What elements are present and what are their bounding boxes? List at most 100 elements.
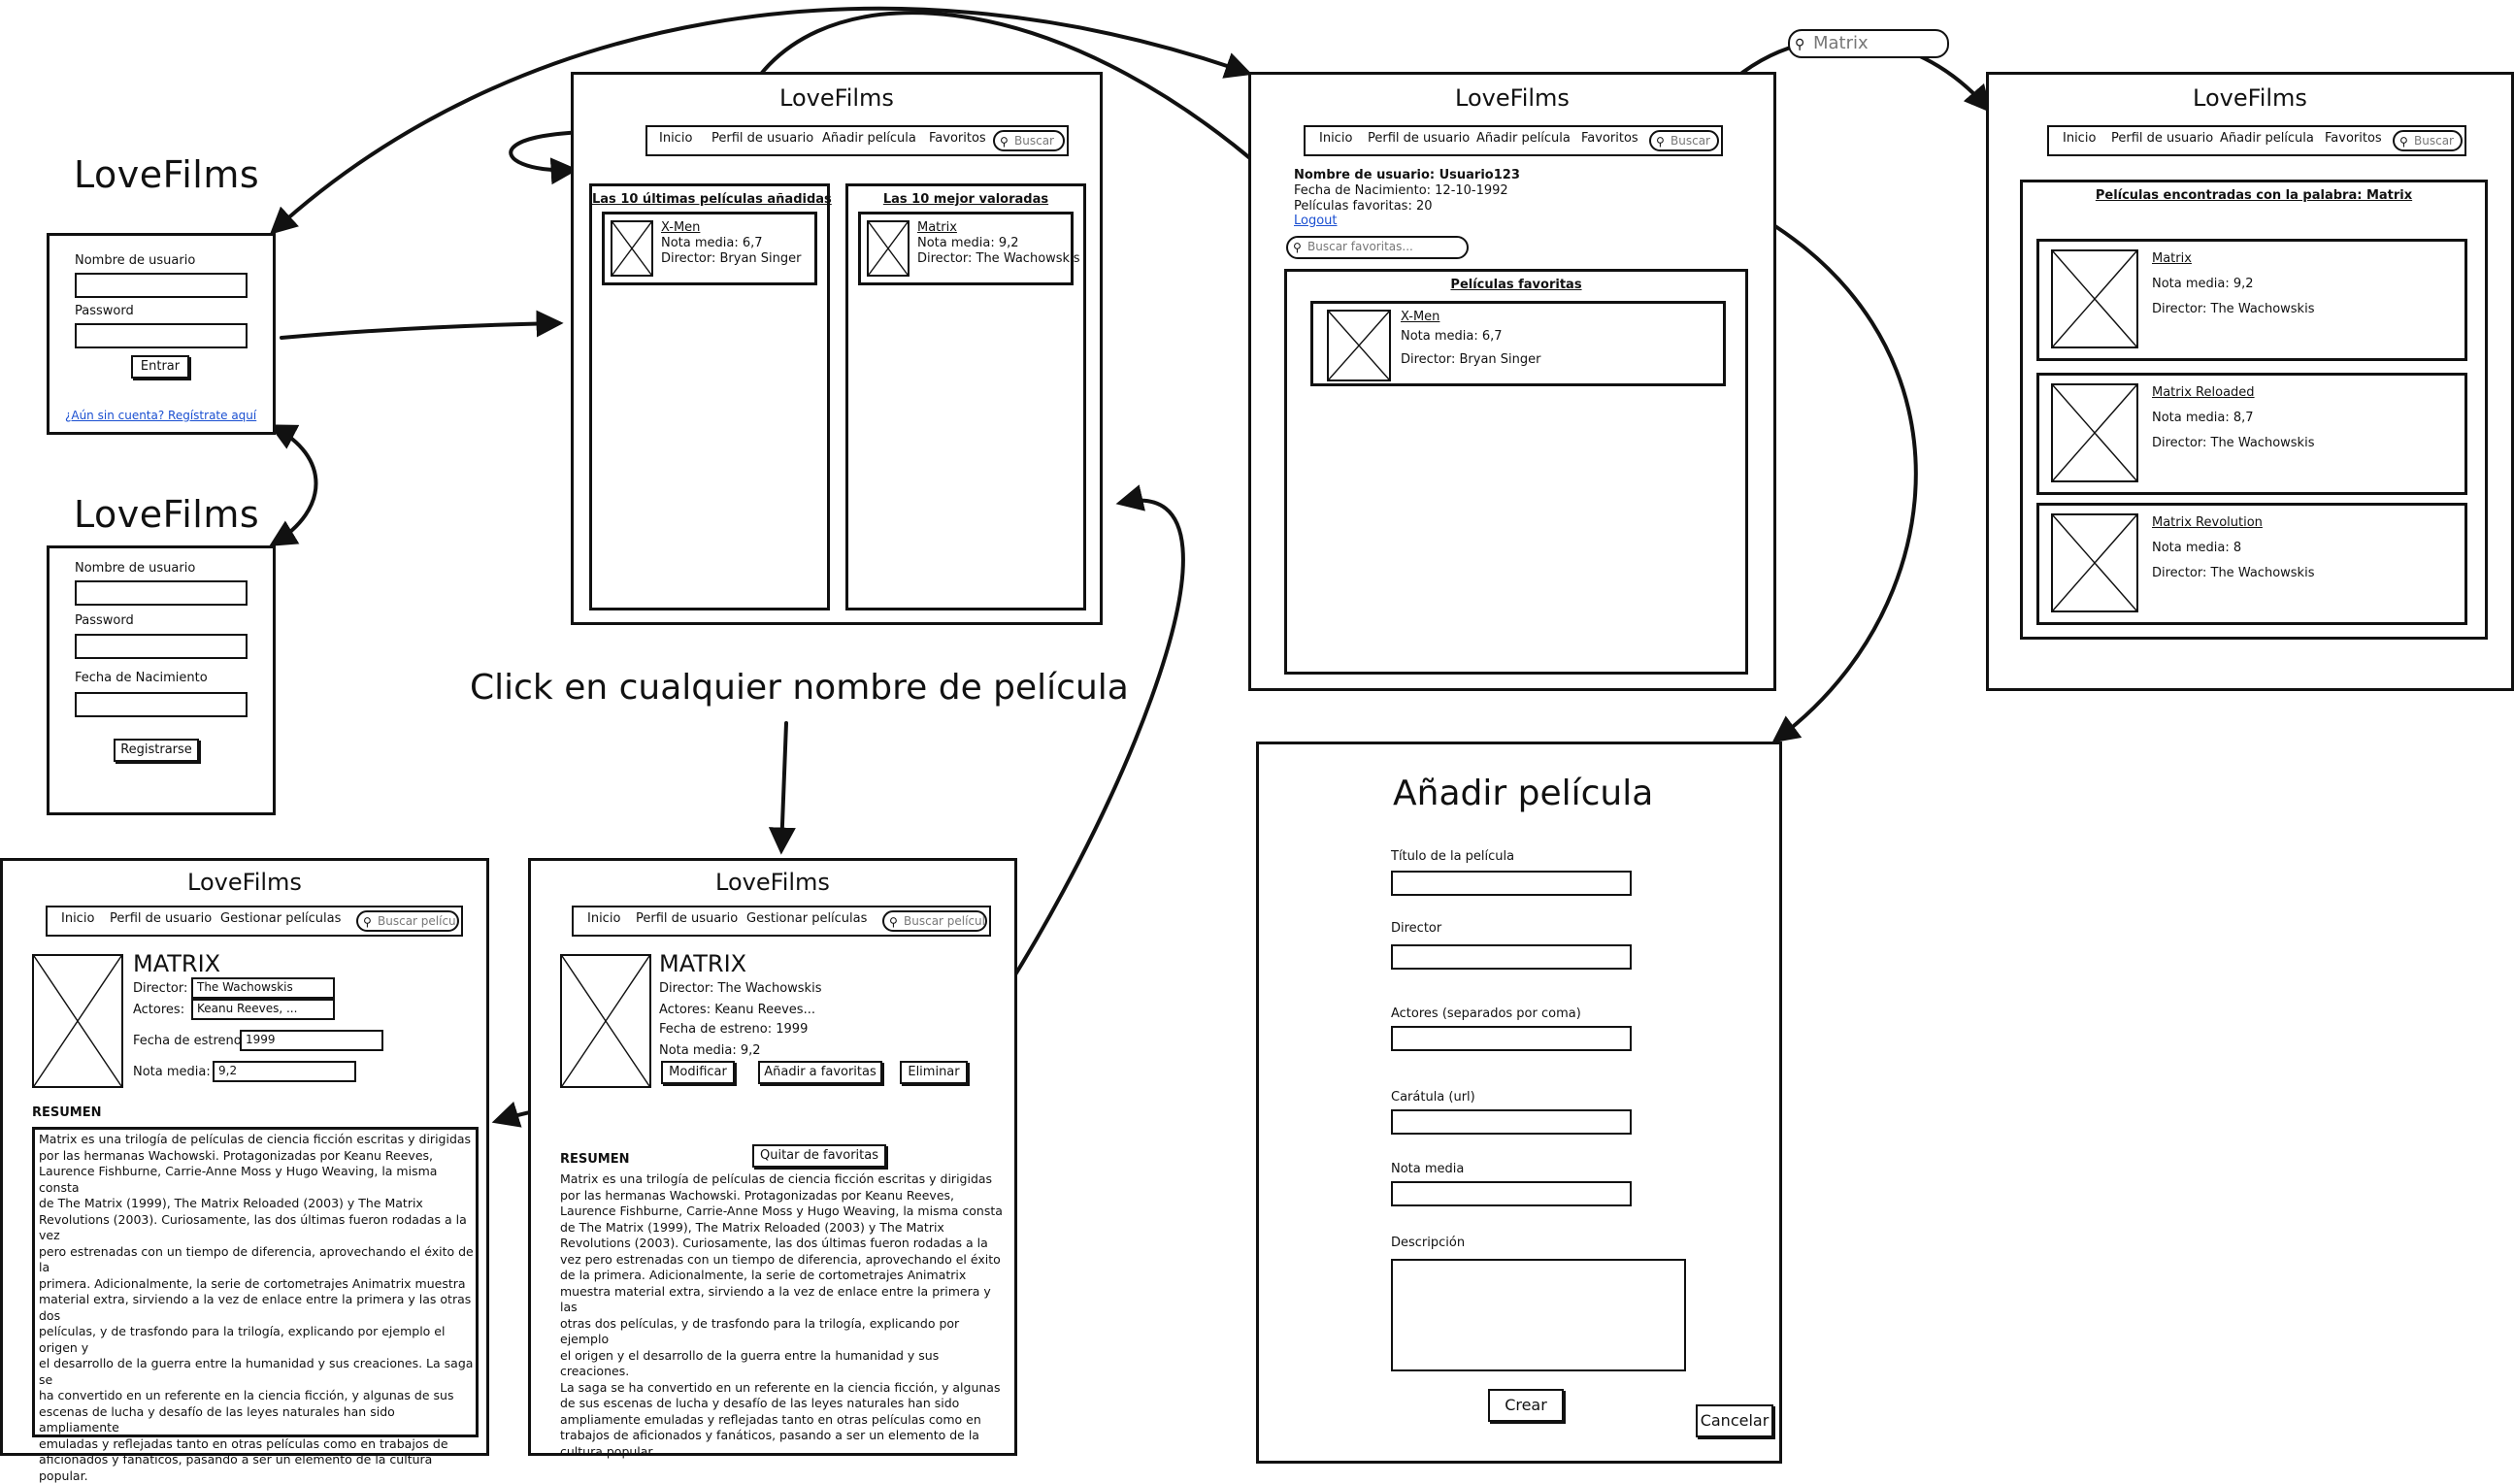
add-title-label: Título de la película	[1391, 849, 1515, 864]
nav-inicio[interactable]: Inicio	[659, 131, 692, 146]
top-item-director: Director: The Wachowskis	[917, 251, 1080, 266]
add-actors-label: Actores (separados por coma)	[1391, 1006, 1581, 1021]
nav-search[interactable]: ⚲ Buscar	[993, 130, 1065, 151]
nav-favoritos[interactable]: Favoritos	[2325, 131, 2382, 146]
search-icon: ⚲	[363, 915, 372, 929]
register-link[interactable]: ¿Aún sin cuenta? Regístrate aquí	[65, 409, 256, 422]
add-favorite-button[interactable]: Añadir a favoritas	[758, 1061, 882, 1084]
logout-link[interactable]: Logout	[1294, 214, 1338, 229]
profile-nav-bar: Inicio Perfil de usuario Añadir película…	[1304, 125, 1723, 156]
register-username-label: Nombre de usuario	[75, 561, 196, 576]
movie-summary-text: Matrix es una trilogía de películas de c…	[560, 1171, 1003, 1459]
nav-favoritos[interactable]: Favoritos	[929, 131, 986, 146]
result-item-title[interactable]: Matrix Reloaded	[2152, 385, 2255, 401]
nav-anadir[interactable]: Añadir película	[1476, 131, 1571, 146]
movie-title: MATRIX	[659, 950, 747, 977]
nav-search-text: Buscar película	[904, 914, 987, 928]
favorite-item-card: X-Men Nota media: 6,7 Director: Bryan Si…	[1310, 301, 1726, 386]
movie-nav-bar: Inicio Perfil de usuario Gestionar pelíc…	[572, 906, 991, 937]
register-username-input[interactable]	[75, 580, 248, 606]
latest-item-title[interactable]: X-Men	[661, 220, 700, 236]
search-icon: ⚲	[1000, 135, 1009, 148]
nav-search[interactable]: ⚲ Buscar película	[882, 910, 987, 932]
search-query-text: Matrix	[1813, 33, 1869, 53]
nav-favoritos[interactable]: Favoritos	[1581, 131, 1638, 146]
search-query-input[interactable]: ⚲ Matrix	[1788, 29, 1949, 58]
favorites-title: Películas favoritas	[1450, 278, 1582, 292]
nav-inicio[interactable]: Inicio	[1319, 131, 1352, 146]
result-item-director: Director: The Wachowskis	[2152, 302, 2315, 316]
edit-actors-input[interactable]: Keanu Reeves, ...	[191, 999, 335, 1020]
search-icon: ⚲	[1656, 135, 1665, 148]
poster-image	[32, 954, 123, 1088]
favorites-panel: Películas favoritas X-Men Nota media: 6,…	[1284, 269, 1748, 675]
favorites-search-placeholder: Buscar favoritas...	[1307, 240, 1413, 253]
edit-summary-textarea[interactable]: Matrix es una trilogía de películas de c…	[32, 1127, 479, 1483]
latest-item-card: X-Men Nota media: 6,7 Director: Bryan Si…	[602, 212, 817, 285]
edit-release-label: Fecha de estreno:	[133, 1034, 247, 1048]
favorite-item-director: Director: Bryan Singer	[1401, 352, 1541, 367]
edit-rating-label: Nota media:	[133, 1065, 211, 1079]
nav-anadir[interactable]: Añadir película	[822, 131, 916, 146]
register-password-input[interactable]	[75, 634, 248, 659]
nav-anadir[interactable]: Añadir película	[2220, 131, 2314, 146]
login-username-input[interactable]	[75, 273, 248, 298]
modify-button[interactable]: Modificar	[661, 1061, 735, 1084]
result-item-director: Director: The Wachowskis	[2152, 566, 2315, 580]
home-frame: LoveFilms Inicio Perfil de usuario Añadi…	[571, 72, 1103, 625]
login-password-input[interactable]	[75, 323, 248, 348]
register-birth-input[interactable]	[75, 692, 248, 717]
remove-favorite-button[interactable]: Quitar de favoritas	[752, 1144, 886, 1168]
edit-release-input[interactable]: 1999	[240, 1030, 383, 1051]
add-director-input[interactable]	[1391, 944, 1632, 970]
arrow-login-register	[269, 424, 318, 546]
nav-perfil[interactable]: Perfil de usuario	[711, 131, 813, 146]
result-item-title[interactable]: Matrix	[2152, 251, 2192, 267]
cancel-button[interactable]: Cancelar	[1696, 1404, 1773, 1437]
top-panel: Las 10 mejor valoradas Matrix Nota media…	[845, 183, 1086, 610]
favorite-item-title[interactable]: X-Men	[1401, 310, 1439, 325]
nav-search-text: Buscar	[1014, 134, 1054, 148]
nav-gestionar[interactable]: Gestionar películas	[746, 911, 867, 926]
nav-perfil[interactable]: Perfil de usuario	[1368, 131, 1470, 146]
add-cover-input[interactable]	[1391, 1109, 1632, 1135]
nav-inicio[interactable]: Inicio	[61, 911, 94, 926]
add-description-label: Descripción	[1391, 1236, 1466, 1250]
search-icon: ⚲	[1293, 241, 1302, 254]
results-panel: Películas encontradas con la palabra: Ma…	[2020, 180, 2488, 640]
latest-item-rating: Nota media: 6,7	[661, 236, 763, 250]
nav-perfil[interactable]: Perfil de usuario	[636, 911, 738, 926]
top-item-rating: Nota media: 9,2	[917, 236, 1019, 250]
nav-perfil[interactable]: Perfil de usuario	[110, 911, 212, 926]
profile-frame: LoveFilms Inicio Perfil de usuario Añadi…	[1248, 72, 1776, 691]
edit-actors-label: Actores:	[133, 1003, 185, 1017]
create-button[interactable]: Crear	[1488, 1389, 1564, 1422]
result-item-rating: Nota media: 8,7	[2152, 411, 2254, 425]
search-icon: ⚲	[2399, 135, 2408, 148]
top-item-title[interactable]: Matrix	[917, 220, 957, 236]
results-app-title: LoveFilms	[2193, 84, 2307, 112]
nav-inicio[interactable]: Inicio	[587, 911, 620, 926]
register-birth-label: Fecha de Nacimiento	[75, 671, 208, 685]
add-title-input[interactable]	[1391, 871, 1632, 896]
nav-search[interactable]: ⚲ Buscar	[2393, 130, 2463, 151]
result-item-card: Matrix Reloaded Nota media: 8,7 Director…	[2036, 373, 2467, 495]
register-button[interactable]: Registrarse	[114, 739, 199, 762]
edit-movie-frame: LoveFilms Inicio Perfil de usuario Gesti…	[0, 858, 489, 1483]
edit-rating-input[interactable]: 9,2	[213, 1061, 356, 1082]
nav-search[interactable]: ⚲ Buscar	[1649, 130, 1719, 151]
favorites-search-input[interactable]: ⚲ Buscar favoritas...	[1286, 236, 1469, 259]
add-actors-input[interactable]	[1391, 1026, 1632, 1051]
result-item-title[interactable]: Matrix Revolution	[2152, 515, 2263, 531]
edit-director-input[interactable]: The Wachowskis	[191, 977, 335, 999]
delete-button[interactable]: Eliminar	[900, 1061, 968, 1084]
add-rating-input[interactable]	[1391, 1181, 1632, 1206]
movie-app-title: LoveFilms	[715, 869, 830, 896]
add-description-textarea[interactable]	[1391, 1259, 1686, 1371]
add-director-label: Director	[1391, 921, 1442, 936]
nav-search[interactable]: ⚲ Buscar película	[356, 910, 459, 932]
login-enter-button[interactable]: Entrar	[131, 355, 189, 379]
nav-perfil[interactable]: Perfil de usuario	[2111, 131, 2213, 146]
nav-gestionar[interactable]: Gestionar películas	[220, 911, 341, 926]
nav-inicio[interactable]: Inicio	[2063, 131, 2096, 146]
